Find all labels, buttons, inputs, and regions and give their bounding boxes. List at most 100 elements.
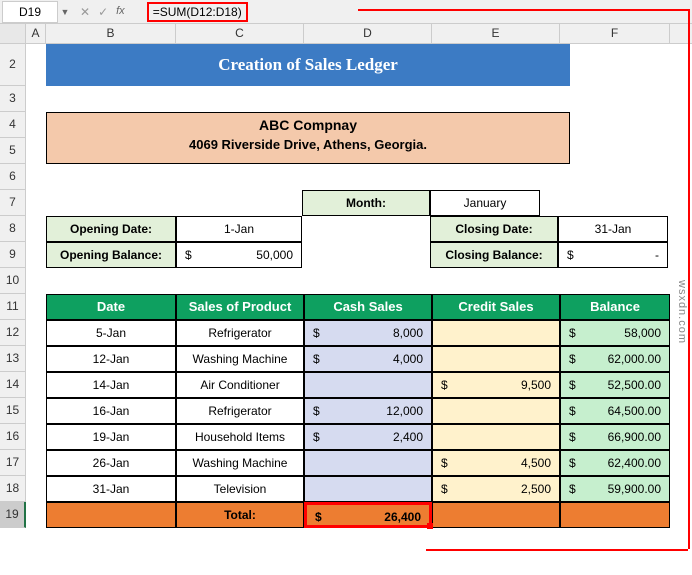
cell-balance[interactable]: $59,900.00 [560,476,670,502]
opening-balance-value[interactable]: $50,000 [176,242,302,268]
opening-date-label: Opening Date: [46,216,176,242]
th-product: Sales of Product [176,294,304,320]
th-credit: Credit Sales [432,294,560,320]
row-header[interactable]: 16 [0,424,26,450]
cell-credit[interactable] [432,346,560,372]
cancel-icon[interactable]: ✕ [80,5,90,19]
cell-product[interactable]: Air Conditioner [176,372,304,398]
total-label: Total: [176,502,304,528]
row-header[interactable]: 5 [0,138,26,164]
th-balance: Balance [560,294,670,320]
opening-date-value[interactable]: 1-Jan [176,216,302,242]
cell-credit[interactable] [432,320,560,346]
cell-balance[interactable]: $62,000.00 [560,346,670,372]
row-headers: 2 3 4 5 6 7 8 9 10 11 12 13 14 15 16 17 … [0,44,26,528]
company-name: ABC Compnay [47,117,569,133]
row-header[interactable]: 15 [0,398,26,424]
annotation-line [426,549,688,551]
company-address: 4069 Riverside Drive, Athens, Georgia. [47,137,569,152]
cell-cash[interactable] [304,450,432,476]
name-box-dropdown[interactable]: ▼ [58,7,72,17]
total-cash-cell[interactable]: $26,400 [304,502,432,528]
cell-credit[interactable] [432,398,560,424]
closing-date-value[interactable]: 31-Jan [558,216,668,242]
month-value[interactable]: January [430,190,540,216]
select-all-corner[interactable] [0,24,26,43]
cell-product[interactable]: Washing Machine [176,450,304,476]
row-header[interactable]: 14 [0,372,26,398]
cell-date[interactable]: 31-Jan [46,476,176,502]
cell-cash[interactable] [304,476,432,502]
cell-cash[interactable]: $2,400 [304,424,432,450]
formula-input[interactable]: =SUM(D12:D18) [141,1,692,23]
cell-product[interactable]: Washing Machine [176,346,304,372]
column-headers: A B C D E F [0,24,692,44]
row-header[interactable]: 19 [0,502,26,528]
cell-product[interactable]: Household Items [176,424,304,450]
cell-balance[interactable]: $58,000 [560,320,670,346]
cell-balance[interactable]: $52,500.00 [560,372,670,398]
col-header-E[interactable]: E [432,24,560,43]
page-title: Creation of Sales Ledger [46,44,570,86]
row-header[interactable]: 11 [0,294,26,320]
closing-date-label: Closing Date: [430,216,558,242]
row-header[interactable]: 7 [0,190,26,216]
row-header[interactable]: 4 [0,112,26,138]
formula-bar: D19 ▼ ✕ ✓ fx =SUM(D12:D18) [0,0,692,24]
company-box: ABC Compnay 4069 Riverside Drive, Athens… [46,112,570,164]
cell-product[interactable]: Refrigerator [176,320,304,346]
row-header[interactable]: 6 [0,164,26,190]
watermark: wsxdn.com [676,280,688,344]
cell-balance[interactable]: $66,900.00 [560,424,670,450]
row-header[interactable]: 18 [0,476,26,502]
row-header[interactable]: 9 [0,242,26,268]
cell-date[interactable]: 12-Jan [46,346,176,372]
row-header[interactable]: 10 [0,268,26,294]
row-header[interactable]: 12 [0,320,26,346]
cell-balance[interactable]: $62,400.00 [560,450,670,476]
total-blank[interactable] [46,502,176,528]
total-balance-cell[interactable] [560,502,670,528]
th-date: Date [46,294,176,320]
table-row: 14-Jan Air Conditioner $9,500 $52,500.00 [26,372,692,398]
cell-date[interactable]: 16-Jan [46,398,176,424]
cell-cash[interactable]: $8,000 [304,320,432,346]
table-row: 19-Jan Household Items $2,400 $66,900.00 [26,424,692,450]
cell-date[interactable]: 14-Jan [46,372,176,398]
table-row: 12-Jan Washing Machine $4,000 $62,000.00 [26,346,692,372]
enter-icon[interactable]: ✓ [98,5,108,19]
cell-credit[interactable]: $4,500 [432,450,560,476]
cell-product[interactable]: Television [176,476,304,502]
col-header-D[interactable]: D [304,24,432,43]
col-header-C[interactable]: C [176,24,304,43]
closing-balance-value[interactable]: $- [558,242,668,268]
cell-balance[interactable]: $64,500.00 [560,398,670,424]
row-header[interactable]: 8 [0,216,26,242]
col-header-B[interactable]: B [46,24,176,43]
cell-product[interactable]: Refrigerator [176,398,304,424]
cell-cash[interactable]: $4,000 [304,346,432,372]
month-label: Month: [302,190,430,216]
cell-credit[interactable] [432,424,560,450]
col-header-F[interactable]: F [560,24,670,43]
row-header[interactable]: 2 [0,44,26,86]
formula-text: =SUM(D12:D18) [147,2,248,22]
cell-cash[interactable]: $12,000 [304,398,432,424]
table-row: 31-Jan Television $2,500 $59,900.00 [26,476,692,502]
col-header-A[interactable]: A [26,24,46,43]
opening-balance-label: Opening Balance: [46,242,176,268]
cell-date[interactable]: 5-Jan [46,320,176,346]
cell-date[interactable]: 19-Jan [46,424,176,450]
cell-date[interactable]: 26-Jan [46,450,176,476]
cell-cash[interactable] [304,372,432,398]
row-header[interactable]: 3 [0,86,26,112]
table-row: 5-Jan Refrigerator $8,000 $58,000 [26,320,692,346]
cell-credit[interactable]: $2,500 [432,476,560,502]
fx-icon[interactable]: fx [116,5,133,19]
cell-credit[interactable]: $9,500 [432,372,560,398]
row-header[interactable]: 17 [0,450,26,476]
row-header[interactable]: 13 [0,346,26,372]
total-credit-cell[interactable] [432,502,560,528]
closing-balance-label: Closing Balance: [430,242,558,268]
name-box[interactable]: D19 [2,1,58,23]
